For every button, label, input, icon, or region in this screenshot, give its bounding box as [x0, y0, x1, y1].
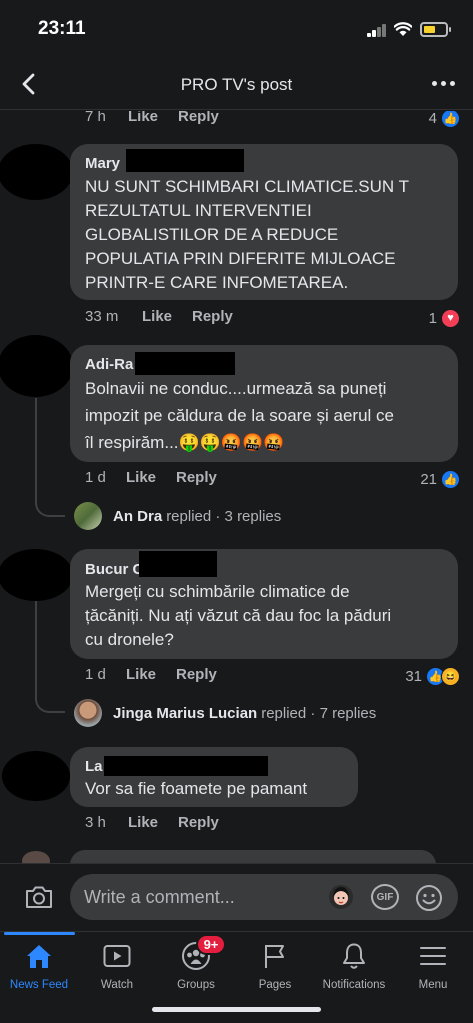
avatar[interactable]	[0, 335, 73, 397]
love-reaction-icon: ♥	[441, 308, 460, 328]
menu-icon	[420, 947, 446, 965]
tab-pages[interactable]: Pages	[236, 932, 314, 1002]
status-bar: 23:11	[0, 0, 473, 60]
comment-author[interactable]: La	[85, 758, 103, 775]
flag-icon	[265, 945, 284, 968]
like-button[interactable]: Like	[128, 111, 158, 125]
tab-label: Menu	[418, 979, 448, 991]
thread-line	[35, 398, 65, 517]
reply-button[interactable]: Reply	[176, 666, 217, 683]
comment-author[interactable]: Bucur C	[85, 561, 143, 578]
reaction-count: 21	[420, 470, 437, 488]
comment-time: 7 h	[85, 111, 106, 125]
active-tab-indicator	[4, 932, 75, 935]
reaction-summary[interactable]: 21 👍	[420, 468, 460, 490]
reaction-summary[interactable]: 4 👍	[429, 111, 460, 129]
redaction-box	[135, 352, 235, 375]
reaction-summary[interactable]: 31 👍 😆	[405, 665, 460, 687]
view-replies-link[interactable]: An Dra replied · 3 replies	[74, 501, 281, 531]
post-header: PRO TV's post	[0, 60, 473, 110]
reply-button[interactable]: Reply	[178, 814, 219, 831]
wifi-icon	[394, 22, 412, 36]
avatar-sticker-icon[interactable]	[328, 884, 354, 910]
like-button[interactable]: Like	[126, 666, 156, 683]
comment-bubble[interactable]: Adi-Ra Bolnavii ne conduc....urmează sa …	[70, 345, 458, 462]
home-icon	[27, 945, 51, 968]
bell-icon	[343, 943, 365, 969]
gif-icon[interactable]: GIF	[371, 884, 399, 910]
like-button[interactable]: Like	[128, 814, 158, 831]
avatar[interactable]	[0, 144, 73, 200]
haha-reaction-icon: 😆	[441, 666, 460, 686]
comment-bubble[interactable]: Bucur C Mergeți cu schimbările climatice…	[70, 549, 458, 659]
avatar	[74, 502, 102, 530]
replies-count: · 3 replies	[215, 507, 282, 525]
comment-text: Bolnavii ne conduc....urmează sa puneți …	[85, 379, 394, 452]
comment-text: NU SUNT SCHIMBARI CLIMATICE.SUN T REZULT…	[85, 177, 409, 292]
comment-meta: 1 d Like Reply 21 👍	[85, 469, 465, 491]
watch-icon	[103, 945, 131, 967]
like-button[interactable]: Like	[142, 308, 172, 325]
like-button[interactable]: Like	[126, 469, 156, 486]
comment-time: 3 h	[85, 814, 106, 831]
view-replies-link[interactable]: Jinga Marius Lucian replied · 7 replies	[74, 698, 376, 728]
comment-text: Mergeți cu schimbările climatice de țăcă…	[85, 582, 392, 649]
avatar	[74, 699, 102, 727]
status-time: 23:11	[38, 18, 86, 39]
comment-bubble[interactable]	[70, 850, 436, 863]
more-options-icon[interactable]	[432, 80, 456, 88]
comment-meta: 7 h Like Reply 4 👍	[85, 111, 465, 130]
reply-button[interactable]: Reply	[176, 469, 217, 486]
reply-button[interactable]: Reply	[192, 308, 233, 325]
comment-meta: 1 d Like Reply 31 👍 😆	[85, 666, 465, 688]
reaction-count: 31	[405, 667, 422, 685]
reply-author: Jinga Marius Lucian	[113, 704, 258, 722]
home-indicator	[152, 1007, 321, 1012]
comment-time: 33 m	[85, 308, 119, 325]
like-reaction-icon: 👍	[441, 111, 460, 128]
comment-bubble[interactable]: La Vor sa fie foamete pe pamant	[70, 747, 358, 807]
comment-author[interactable]: Adi-Ra	[85, 356, 133, 373]
battery-icon	[420, 22, 451, 37]
emoji-icon[interactable]	[415, 884, 443, 912]
avatar[interactable]	[22, 851, 50, 863]
reply-button[interactable]: Reply	[178, 111, 219, 125]
tab-watch[interactable]: Watch	[78, 932, 156, 1002]
reaction-count: 1	[428, 309, 437, 327]
avatar[interactable]	[2, 751, 70, 801]
thread-line	[35, 601, 65, 713]
camera-icon[interactable]	[24, 884, 54, 910]
signal-icon	[367, 24, 387, 37]
comment-meta: 33 m Like Reply 1 ♥	[85, 308, 465, 330]
comment-author[interactable]: Mary	[85, 155, 120, 172]
replies-action: replied	[261, 704, 307, 722]
notification-badge: 9+	[196, 934, 226, 955]
replies-action: replied	[166, 507, 212, 525]
comment-composer: GIF	[0, 863, 473, 931]
reaction-count: 4	[428, 111, 437, 127]
comment-time: 1 d	[85, 666, 106, 683]
comment-meta: 3 h Like Reply	[85, 814, 465, 836]
redaction-box	[104, 756, 268, 776]
comment-time: 1 d	[85, 469, 106, 486]
redaction-box	[126, 149, 244, 172]
avatar[interactable]	[0, 549, 73, 601]
like-reaction-icon: 👍	[441, 469, 460, 489]
page-title: PRO TV's post	[180, 75, 293, 94]
replies-count: · 7 replies	[310, 704, 377, 722]
reply-author: An Dra	[113, 507, 163, 525]
comments-list[interactable]: 7 h Like Reply 4 👍 Mary NU SUNT SCHIMBAR…	[0, 111, 473, 863]
comment-bubble[interactable]: Mary NU SUNT SCHIMBARI CLIMATICE.SUN T R…	[70, 144, 458, 300]
tab-notifications[interactable]: Notifications	[315, 932, 393, 1002]
comment-input[interactable]	[70, 874, 458, 920]
redaction-box	[139, 551, 217, 577]
reaction-summary[interactable]: 1 ♥	[429, 307, 460, 329]
comment-text: Vor sa fie foamete pe pamant	[85, 779, 308, 798]
tab-menu[interactable]: Menu	[394, 932, 472, 1002]
tab-groups[interactable]: 9+ Groups	[157, 932, 235, 1002]
tab-news-feed[interactable]: News Feed	[0, 932, 78, 1002]
